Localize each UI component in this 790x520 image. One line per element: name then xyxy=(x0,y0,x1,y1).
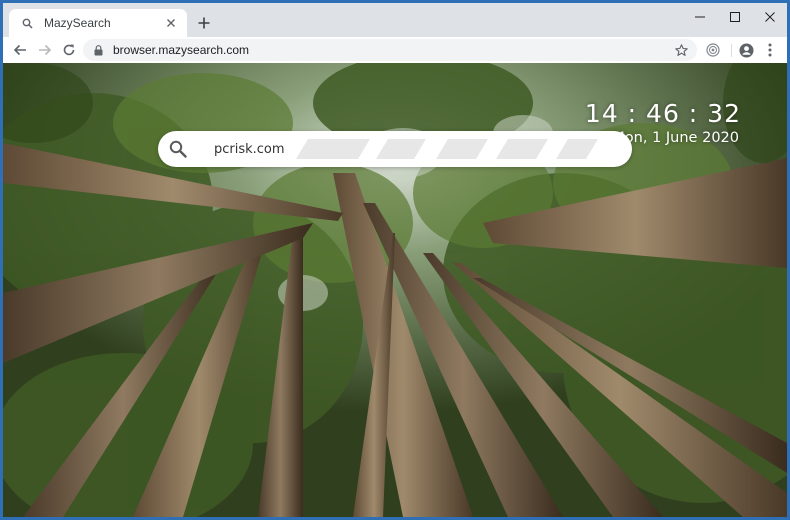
back-button[interactable] xyxy=(10,40,30,60)
minimize-button[interactable] xyxy=(683,3,717,31)
clock-time: 14 : 46 : 32 xyxy=(584,99,741,128)
search-box[interactable] xyxy=(158,131,632,167)
extension-icon[interactable] xyxy=(704,41,722,59)
close-window-button[interactable] xyxy=(753,3,787,31)
new-tab-button[interactable] xyxy=(193,12,215,34)
plus-icon xyxy=(198,17,210,29)
toolbar-divider xyxy=(731,44,732,57)
profile-icon[interactable] xyxy=(737,41,755,59)
reload-icon xyxy=(63,44,75,56)
tab-close-icon[interactable] xyxy=(163,15,179,31)
minimize-icon xyxy=(695,16,705,18)
browser-window: MazySearch browser.mazysearch.com 14: 4… xyxy=(3,3,787,517)
address-bar[interactable]: browser.mazysearch.com xyxy=(83,39,697,61)
forward-button[interactable] xyxy=(35,40,55,60)
close-icon xyxy=(765,12,775,22)
tab-strip: MazySearch xyxy=(3,3,787,37)
maximize-button[interactable] xyxy=(718,3,752,31)
tab-mazysearch[interactable]: MazySearch xyxy=(9,9,187,37)
url-text[interactable]: browser.mazysearch.com xyxy=(113,43,673,57)
search-icon[interactable] xyxy=(168,139,188,159)
search-icon xyxy=(20,16,34,30)
star-icon[interactable] xyxy=(673,42,689,58)
reload-button[interactable] xyxy=(59,40,79,60)
page-content: 14 : 46 : 32 Mon, 1 June 2020 xyxy=(3,63,787,517)
maximize-icon xyxy=(730,12,740,22)
search-input[interactable] xyxy=(214,139,614,159)
menu-icon[interactable] xyxy=(761,41,779,59)
browser-toolbar: browser.mazysearch.com xyxy=(3,37,787,63)
lock-icon xyxy=(92,44,104,56)
back-arrow-icon xyxy=(13,44,26,56)
forward-arrow-icon xyxy=(39,44,52,56)
tab-title: MazySearch xyxy=(44,16,111,30)
